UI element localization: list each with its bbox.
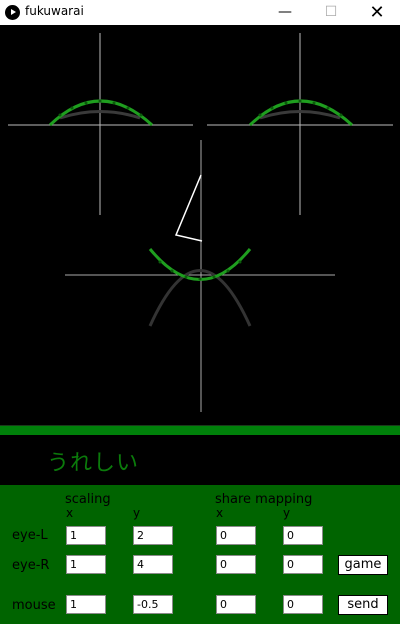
eye-r-label: eye-R xyxy=(12,558,50,573)
control-panel: scaling share mapping x y x y eye-L eye-… xyxy=(0,485,400,624)
app-icon xyxy=(5,5,20,20)
nose xyxy=(174,174,203,242)
share-x-label: x xyxy=(216,506,224,520)
scaling-x-label: x xyxy=(66,506,74,520)
mouse-scaling-x-input[interactable] xyxy=(66,595,106,614)
eye-l-scaling-x-input[interactable] xyxy=(66,526,106,545)
minimize-button[interactable]: — xyxy=(262,0,308,25)
close-button[interactable]: ✕ xyxy=(354,0,400,25)
maximize-button[interactable]: ☐ xyxy=(308,0,354,25)
face-canvas[interactable] xyxy=(0,25,400,425)
eye-l-share-y-input[interactable] xyxy=(283,526,323,545)
scaling-header: scaling xyxy=(65,492,111,507)
game-button[interactable]: game xyxy=(338,555,388,575)
eye-l-share-x-input[interactable] xyxy=(216,526,256,545)
share-mapping-header: share mapping xyxy=(215,492,313,507)
eye-l-label: eye-L xyxy=(12,528,48,543)
title-bar: fukuwarai — ☐ ✕ xyxy=(0,0,400,25)
eye-r-share-y-input[interactable] xyxy=(283,555,323,574)
emotion-label: うれしい xyxy=(47,451,140,476)
mouse-label: mouse xyxy=(12,598,56,613)
scaling-y-label: y xyxy=(133,506,141,520)
mouse-share-x-input[interactable] xyxy=(216,595,256,614)
share-y-label: y xyxy=(283,506,291,520)
window-title: fukuwarai xyxy=(25,4,84,18)
emotion-area: うれしい xyxy=(0,435,400,485)
send-button[interactable]: send xyxy=(338,595,388,615)
mouse-share-y-input[interactable] xyxy=(283,595,323,614)
mouse-scaling-y-input[interactable] xyxy=(133,595,173,614)
face-drawing xyxy=(8,33,393,412)
eye-r-share-x-input[interactable] xyxy=(216,555,256,574)
eye-r-scaling-y-input[interactable] xyxy=(133,555,173,574)
eye-l-scaling-y-input[interactable] xyxy=(133,526,173,545)
divider-bar xyxy=(0,425,400,435)
eye-r-scaling-x-input[interactable] xyxy=(66,555,106,574)
